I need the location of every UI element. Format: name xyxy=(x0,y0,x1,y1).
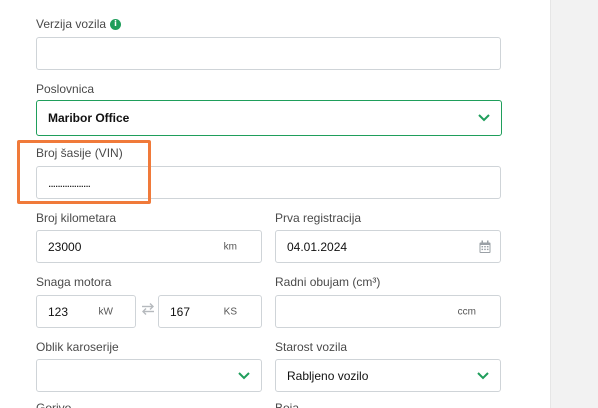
displacement-input[interactable]: ccm xyxy=(275,295,501,328)
displacement-unit: ccm xyxy=(457,306,476,317)
mileage-unit: km xyxy=(223,241,237,252)
vehicle-version-label-text: Verzija vozila xyxy=(36,17,107,31)
vin-value: .................. xyxy=(48,175,91,190)
branch-selected-value: Maribor Office xyxy=(48,111,130,125)
first-registration-input[interactable]: 04.01.2024 xyxy=(275,230,501,263)
displacement-label: Radni obujam (cm³) xyxy=(275,275,381,289)
chevron-down-icon xyxy=(478,114,490,122)
chevron-down-icon xyxy=(238,371,250,379)
engine-power-ks-input[interactable]: 167 KS xyxy=(158,295,262,328)
right-sidebar xyxy=(550,0,598,408)
branch-label: Poslovnica xyxy=(36,82,95,96)
vehicle-age-label: Starost vozila xyxy=(275,340,348,354)
chevron-down-icon xyxy=(477,371,489,379)
calendar-icon[interactable] xyxy=(479,240,491,253)
vin-label: Broj šasije (VIN) xyxy=(36,146,123,160)
next-row-label-left: Gorivo xyxy=(36,402,76,408)
swap-arrows-icon[interactable] xyxy=(141,302,155,316)
body-type-select[interactable] xyxy=(36,359,262,392)
mileage-label: Broj kilometara xyxy=(36,211,117,225)
vehicle-version-label: Verzija vozila i xyxy=(36,17,122,31)
vehicle-version-input[interactable] xyxy=(36,37,501,70)
engine-power-kw-value: 123 xyxy=(48,304,69,319)
body-type-label: Oblik karoserije xyxy=(36,340,119,354)
info-icon[interactable]: i xyxy=(110,18,122,30)
vehicle-age-selected-value: Rabljeno vozilo xyxy=(287,368,369,383)
engine-power-ks-value: 167 xyxy=(170,304,191,319)
branch-select[interactable]: Maribor Office xyxy=(36,100,502,136)
vin-input[interactable]: .................. xyxy=(36,166,501,199)
engine-power-ks-unit: KS xyxy=(223,306,237,317)
engine-power-kw-unit: kW xyxy=(98,306,113,317)
engine-power-kw-input[interactable]: 123 kW xyxy=(36,295,136,328)
first-registration-label: Prva registracija xyxy=(275,211,362,225)
mileage-value: 23000 xyxy=(48,239,82,254)
engine-power-label: Snaga motora xyxy=(36,275,112,289)
first-registration-value: 04.01.2024 xyxy=(287,239,348,254)
next-row-label-right: Boja xyxy=(275,402,315,408)
vehicle-age-select[interactable]: Rabljeno vozilo xyxy=(275,359,501,392)
mileage-input[interactable]: 23000 km xyxy=(36,230,262,263)
